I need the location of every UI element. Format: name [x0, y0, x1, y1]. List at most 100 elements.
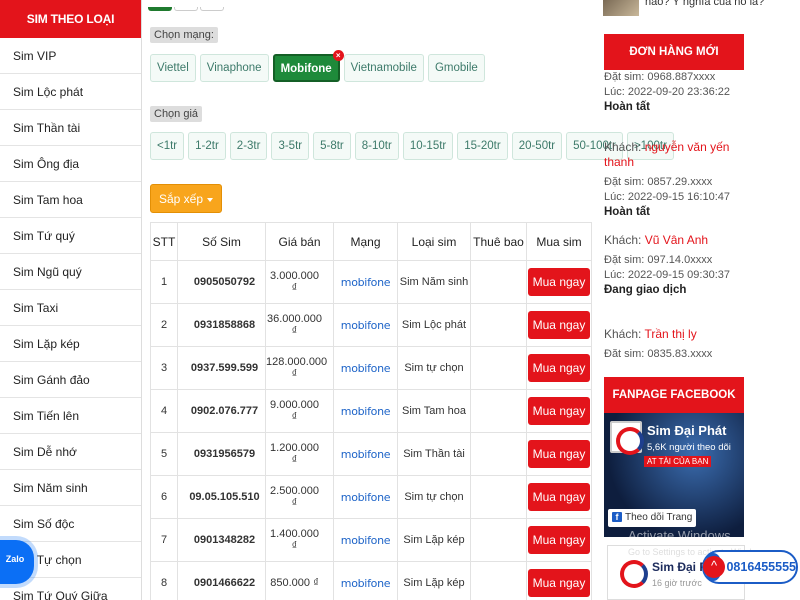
subscription-cell [470, 518, 527, 562]
column-header: Loại sim [397, 222, 471, 261]
order-time: Lúc: 2022-09-15 16:10:47 [604, 191, 730, 203]
category-sidebar: SIM THEO LOẠI Sim VIP Sim Lộc phát Sim Thầ… [0, 0, 142, 600]
column-header: Mạng [333, 222, 398, 261]
sidebar-item[interactable]: Sim Tứ quý [0, 218, 141, 254]
subscription-cell [470, 346, 527, 390]
buy-now-button[interactable]: Mua ngay [527, 268, 591, 296]
article-snippet[interactable]: nào? Ý nghĩa của nó là? [603, 0, 764, 16]
mobifone-logo: mobifone [340, 361, 391, 375]
column-header: Số Sim [177, 222, 266, 261]
network-chip[interactable]: Vinaphone [199, 54, 269, 82]
sim-type: Sim Tam hoa [397, 389, 471, 433]
order-status: Hoàn tất [604, 101, 650, 113]
buy-now-button[interactable]: Mua ngay [527, 569, 591, 597]
sidebar-item[interactable]: Sim Ngũ quý [0, 254, 141, 290]
price-chip[interactable]: 2-3tr [229, 132, 268, 160]
sim-number[interactable]: 0901348282 [177, 518, 266, 562]
sidebar-item[interactable]: Sim Lộc phát [0, 74, 141, 110]
buy-now-button[interactable]: Mua ngay [527, 397, 591, 425]
price-chip[interactable]: 20-50tr [511, 132, 563, 160]
order-item: Đặt sim: 0968.887xxxx Lúc: 2022-09-20 23:… [604, 70, 746, 115]
sidebar-item[interactable]: Sim Taxi [0, 290, 141, 326]
order-sim: Đặt sim: 0857.29.xxxx [604, 176, 713, 188]
scroll-top-button[interactable]: ^ [703, 556, 725, 578]
subscription-cell [470, 432, 527, 476]
buy-cell: Mua ngay [526, 432, 592, 476]
sim-type: Sim Năm sinh [397, 260, 471, 304]
sim-number[interactable]: 09.05.105.510 [177, 475, 266, 519]
facebook-page-plugin[interactable]: Sim Đại Phát 5,6K người theo dõi AT TÀI … [604, 413, 744, 537]
order-customer: Khách: Vũ Vân Anh [604, 233, 746, 248]
mobifone-logo: mobifone [340, 533, 391, 547]
buy-cell: Mua ngay [526, 561, 592, 600]
buy-now-button[interactable]: Mua ngay [527, 440, 591, 468]
sidebar-item[interactable]: Sim VIP [0, 38, 141, 74]
sort-button[interactable]: Sắp xếp [150, 184, 223, 213]
fb-follow-button[interactable]: f Theo dõi Trang [608, 509, 697, 527]
mobifone-logo: mobifone [340, 275, 391, 289]
price-chip[interactable]: 3-5tr [271, 132, 310, 160]
network-cell: mobifone [333, 303, 398, 347]
sidebar-item[interactable]: Sim Số độc [0, 506, 141, 542]
sidebar-item[interactable]: Sim Tam hoa [0, 182, 141, 218]
buy-now-button[interactable]: Mua ngay [527, 311, 591, 339]
price-chip[interactable]: 1-2tr [188, 132, 226, 160]
buy-cell: Mua ngay [526, 389, 592, 433]
sort-label: Sắp xếp [159, 192, 204, 206]
sim-price: 1.200.000 ₫ [265, 432, 334, 476]
buy-now-button[interactable]: Mua ngay [527, 483, 591, 511]
sidebar-item[interactable]: Sim Năm sinh [0, 470, 141, 506]
table-row: 4 0902.076.777 9.000.000 ₫ mobifone Sim Tam … [150, 389, 592, 433]
network-chip-label: Vinaphone [206, 62, 262, 74]
fb-page-name[interactable]: Sim Đại Phát [647, 423, 726, 438]
sim-type: Sim tự chọn [397, 475, 471, 519]
sim-price: 9.000.000 ₫ [265, 389, 334, 433]
row-index: 4 [150, 389, 178, 433]
zalo-chat-button[interactable]: Zalo [0, 540, 34, 584]
table-row: 3 0937.599.599 128.000.000 ₫ mobifone Sim tự… [150, 346, 592, 390]
sidebar-list: Sim VIP Sim Lộc phát Sim Thần tài Sim Ông đ… [0, 38, 141, 600]
buy-now-button[interactable]: Mua ngay [527, 526, 591, 554]
price-chip[interactable]: <1tr [150, 132, 185, 160]
sim-number[interactable]: 0931858868 [177, 303, 266, 347]
table-row: 2 0931858868 36.000.000 ₫ mobifone Sim Lộc p… [150, 303, 592, 347]
buy-cell: Mua ngay [526, 303, 592, 347]
sim-price: 128.000.000 ₫ [265, 346, 334, 390]
sim-number[interactable]: 0931956579 [177, 432, 266, 476]
sidebar-item[interactable]: Sim Lặp kép [0, 326, 141, 362]
sim-number[interactable]: 0901466622 [177, 561, 266, 600]
price-chip[interactable]: 8-10tr [354, 132, 399, 160]
column-header: Mua sim [526, 222, 592, 261]
sidebar-item[interactable]: Sim Thần tài [0, 110, 141, 146]
network-chip[interactable]: Viettel [150, 54, 196, 82]
sidebar-item[interactable]: Sim Ông địa [0, 146, 141, 182]
remove-filter-icon[interactable]: × [332, 50, 344, 61]
sim-price: 3.000.000 ₫ [265, 260, 334, 304]
sidebar-item[interactable]: Sim Dễ nhớ [0, 434, 141, 470]
sim-number[interactable]: 0905050792 [177, 260, 266, 304]
network-chip[interactable]: Vietnamobile [343, 54, 424, 82]
order-sim: Đặt sim: 0835.83.xxxx [604, 348, 713, 357]
sidebar-item[interactable]: Sim Tiến lên [0, 398, 141, 434]
network-chip[interactable]: Gmobile [427, 54, 485, 82]
buy-cell: Mua ngay [526, 475, 592, 519]
price-chip[interactable]: 5-8tr [313, 132, 351, 160]
fb-post-logo [620, 560, 648, 588]
order-item: Khách: nguyễn văn yến thanh Đặt sim: 0857… [604, 140, 746, 220]
sim-number[interactable]: 0902.076.777 [177, 389, 266, 433]
price-chip[interactable]: 15-20tr [457, 132, 508, 160]
sim-number[interactable]: 0937.599.599 [177, 346, 266, 390]
price-chip[interactable]: 10-15tr [402, 132, 454, 160]
sim-price: 850.000 ₫ [265, 561, 334, 600]
table-body: 1 0905050792 3.000.000 ₫ mobifone Sim Năm si… [150, 260, 592, 600]
network-cell: mobifone [333, 389, 398, 433]
row-index: 5 [150, 432, 178, 476]
sim-type: Sim Thần tài [397, 432, 471, 476]
sidebar-item[interactable]: Sim Gánh đảo [0, 362, 141, 398]
sim-type: Sim tự chọn [397, 346, 471, 390]
fb-follow-label: Theo dõi Trang [625, 512, 693, 523]
network-chip[interactable]: Mobifone × [272, 50, 344, 82]
fb-tagline: AT TÀI CỦA BẠN [644, 456, 712, 467]
sim-price: 1.400.000 ₫ [265, 518, 334, 562]
buy-now-button[interactable]: Mua ngay [527, 354, 591, 382]
